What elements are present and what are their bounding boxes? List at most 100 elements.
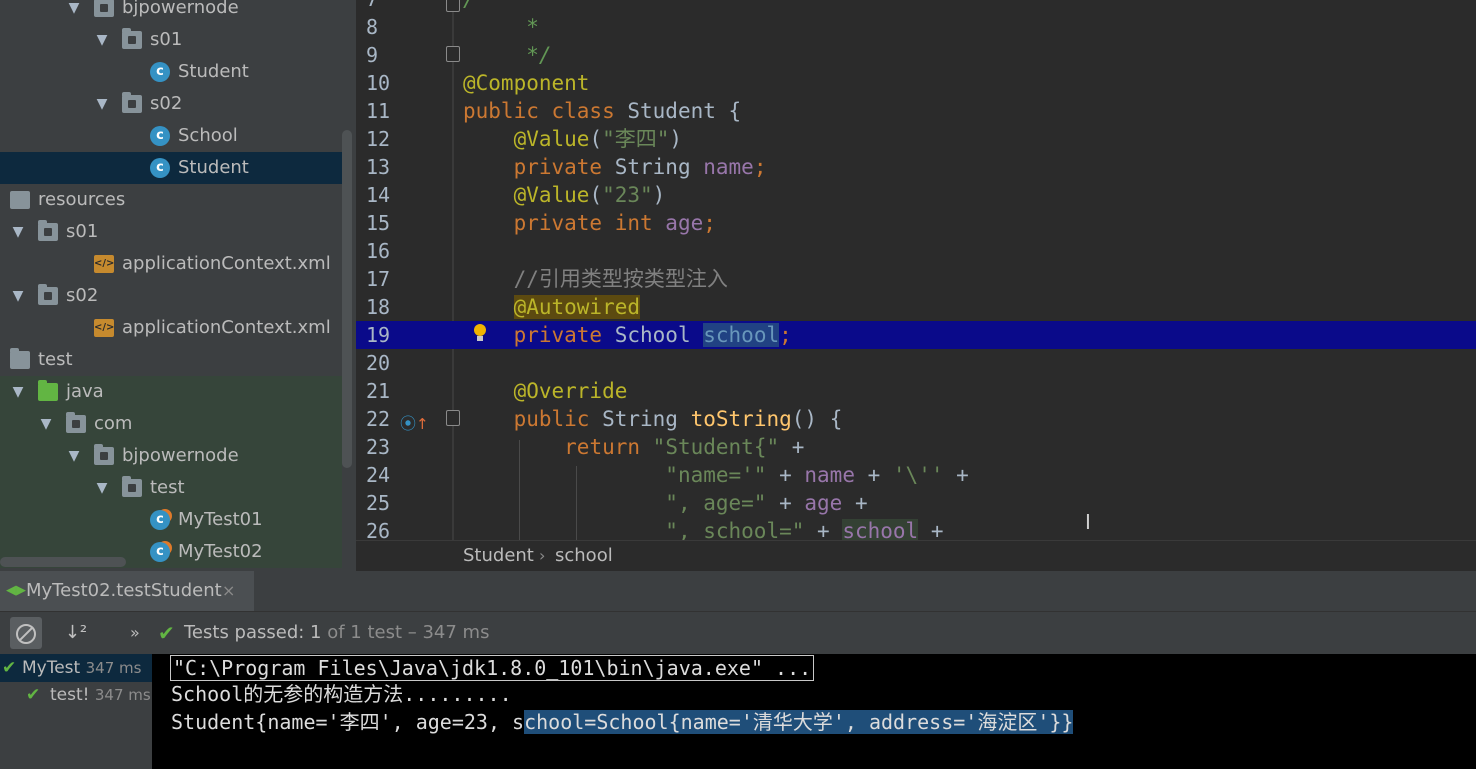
code-line[interactable]: 12 @Value("李四") [356, 125, 1476, 153]
sort-button[interactable]: ↓² [60, 617, 92, 649]
tree-item-label: School [178, 125, 238, 146]
tree-item[interactable]: test [0, 344, 342, 376]
code-token: private int [513, 211, 666, 235]
tree-item[interactable]: c MyTest01 [0, 504, 342, 536]
project-tree[interactable]: ▼ bjpowernode ▼ s01 c Student ▼ s02 c School c Stud… [0, 0, 356, 571]
code-token: private [513, 155, 615, 179]
expand-arrow-icon[interactable]: ▼ [10, 280, 26, 312]
tree-item[interactable]: resources [0, 184, 342, 216]
code-line[interactable]: 26 ", school=" + school + [356, 517, 1476, 540]
tree-item[interactable]: ▼ com [0, 408, 342, 440]
test-results-tree[interactable]: ✔ MyTest 347 ms ✔ test! 347 ms [0, 654, 152, 769]
test-result-item[interactable]: ✔ MyTest 347 ms [0, 654, 152, 682]
more-icon[interactable]: » [130, 612, 140, 654]
code-line[interactable]: 8 * [356, 13, 1476, 41]
code-line[interactable]: 17 //引用类型按类型注入 [356, 265, 1476, 293]
code-text: return "Student{" + [463, 433, 804, 461]
tree-item[interactable]: c Student [0, 56, 342, 88]
breadcrumb-field[interactable]: school [555, 541, 613, 571]
tree-item-label: s02 [150, 93, 183, 114]
test-status: Tests passed: 1 of 1 test – 347 ms [184, 622, 490, 643]
tree-item-label: MyTest02 [178, 541, 263, 562]
code-editor[interactable]: 7/8 *9 */10@Component11public class Stud… [356, 0, 1476, 540]
breadcrumb: Student › school [356, 540, 1476, 572]
tree-horizontal-scrollbar[interactable] [0, 557, 126, 567]
line-number: 20 [366, 351, 391, 375]
tree-item[interactable]: ▼ s02 [0, 280, 342, 312]
tree-item[interactable]: c Student [0, 152, 342, 184]
check-icon: ✔ [158, 621, 175, 645]
test-name: test! 347 ms [50, 685, 151, 705]
folder-icon [122, 28, 142, 49]
line-number: 7 [366, 0, 406, 13]
code-line[interactable]: 19 private School school; [356, 321, 1476, 349]
expand-arrow-icon[interactable]: ▼ [94, 88, 110, 120]
code-line[interactable]: 23 return "Student{" + [356, 433, 1476, 461]
code-token: ; [703, 211, 716, 235]
tree-item[interactable]: ▼ test [0, 472, 342, 504]
tree-vertical-scrollbar[interactable] [342, 130, 352, 468]
folder-icon [38, 284, 58, 305]
code-line[interactable]: 9 */ [356, 41, 1476, 69]
tree-item[interactable]: ▼ java [0, 376, 342, 408]
close-icon[interactable]: × [222, 571, 235, 611]
stop-button[interactable] [10, 617, 42, 649]
tree-item[interactable]: ▼ s01 [0, 216, 342, 248]
run-tab[interactable]: ◀▶ MyTest02.testStudent × [0, 571, 254, 611]
lightbulb-icon[interactable] [472, 324, 488, 342]
expand-arrow-icon[interactable]: ▼ [94, 472, 110, 504]
code-line[interactable]: 25 ", age=" + age + [356, 489, 1476, 517]
folder-icon [66, 412, 86, 433]
tree-item[interactable]: c School [0, 120, 342, 152]
code-token: () { [791, 407, 843, 431]
class-icon: c [150, 126, 170, 146]
code-text: @Value("23") [463, 181, 666, 209]
console-line: Student{name='李四', age=23, school=School… [171, 710, 1074, 734]
code-text: ", school=" + school + [463, 517, 943, 540]
expand-arrow-icon[interactable]: ▼ [38, 408, 54, 440]
override-gutter-icon[interactable]: ⦿↑ [400, 410, 429, 434]
class-icon: c [150, 158, 170, 178]
tree-item[interactable]: ▼ s01 [0, 24, 342, 56]
expand-arrow-icon[interactable]: ▼ [10, 216, 26, 248]
code-line[interactable]: 14 @Value("23") [356, 181, 1476, 209]
code-line[interactable]: 7/ [356, 0, 1476, 13]
tree-item[interactable]: ▼ s02 [0, 88, 342, 120]
console-output[interactable]: "C:\Program Files\Java\jdk1.8.0_101\bin\… [152, 654, 1476, 769]
expand-arrow-icon[interactable]: ▼ [66, 0, 82, 24]
code-line[interactable]: 24 "name='" + name + '\'' + [356, 461, 1476, 489]
code-line[interactable]: 11 public class Student { [356, 97, 1476, 125]
expand-arrow-icon[interactable]: ▼ [66, 440, 82, 472]
code-line[interactable]: 21 @Override [356, 377, 1476, 405]
code-line[interactable]: 10 @Component [356, 69, 1476, 97]
code-line[interactable]: 18 @Autowired [356, 293, 1476, 321]
code-line[interactable]: 15 private int age; [356, 209, 1476, 237]
console-command[interactable]: "C:\Program Files\Java\jdk1.8.0_101\bin\… [169, 655, 815, 681]
tree-item[interactable]: ▼ bjpowernode [0, 440, 342, 472]
line-number: 17 [366, 267, 391, 291]
tree-item[interactable]: </> applicationContext.xml [0, 312, 342, 344]
code-line[interactable]: 20 [356, 349, 1476, 377]
code-token: @Component [463, 71, 590, 95]
tree-item[interactable]: ▼ bjpowernode [0, 0, 342, 24]
code-token: "李四" [602, 127, 670, 151]
code-line[interactable]: 13 private String name; [356, 153, 1476, 181]
code-token: ( [589, 127, 603, 151]
resources-folder-icon [10, 191, 30, 209]
tree-item-label: s01 [150, 29, 183, 50]
test-result-item[interactable]: ✔ test! 347 ms [0, 681, 152, 709]
tree-item-label: test [38, 349, 73, 370]
code-token: return [564, 435, 653, 459]
code-line[interactable]: 16 [356, 237, 1476, 265]
stop-icon [16, 624, 36, 644]
code-line[interactable]: 22 public String toString() { [356, 405, 1476, 433]
tree-item[interactable]: </> applicationContext.xml [0, 248, 342, 280]
run-toolbar: ↓² » ✔ Tests passed: 1 of 1 test – 347 m… [0, 612, 1476, 654]
expand-arrow-icon[interactable]: ▼ [94, 24, 110, 56]
code-text: @Component [463, 69, 589, 97]
expand-arrow-icon[interactable]: ▼ [10, 376, 26, 408]
breadcrumb-class[interactable]: Student [463, 541, 534, 571]
